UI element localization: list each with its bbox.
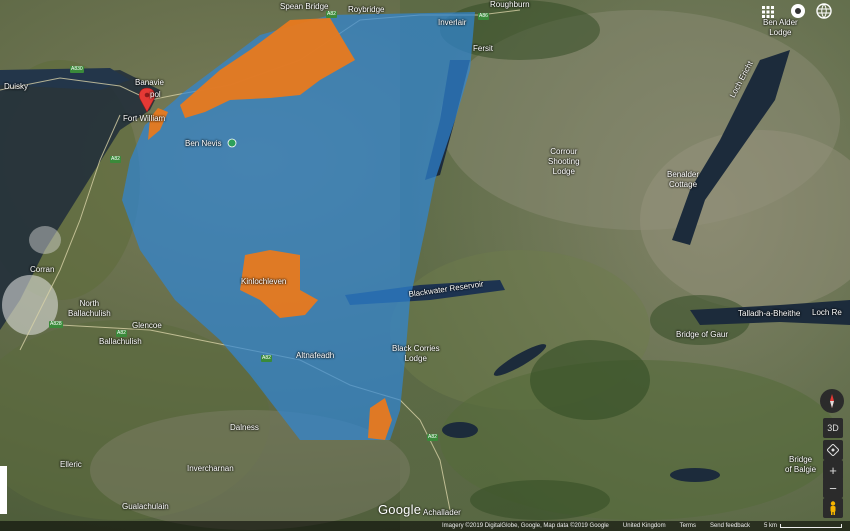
road-a82-glencoe: A82 [116, 330, 127, 337]
account-icon[interactable] [790, 3, 806, 19]
zoom-out-button[interactable]: − [823, 478, 843, 498]
road-a82-south: A82 [427, 434, 438, 441]
road-a830: A830 [70, 66, 84, 73]
label-corrour-shooting-lodge: Corrour Shooting Lodge [548, 147, 580, 176]
label-black-corries-lodge: Black Corries Lodge [392, 344, 440, 363]
label-glencoe: Glencoe [132, 321, 162, 330]
tilt-icon [827, 444, 839, 456]
imagery-attribution: Imagery ©2019 DigitalGlobe, Google, Map … [441, 523, 609, 529]
label-bridge-of-balgie: Bridge of Balgie [785, 455, 817, 474]
label-dalness: Dalness [230, 423, 259, 432]
label-ben-alder-lodge: Ben Alder Lodge [763, 18, 798, 37]
apps-grid-icon[interactable] [760, 4, 776, 20]
label-elleric: Elleric [60, 460, 82, 469]
peak-icon [227, 138, 237, 148]
pegman-icon [830, 501, 836, 515]
label-bridge-of-gaur: Bridge of Gaur [676, 330, 729, 339]
road-a86: A86 [478, 13, 489, 20]
label-roybridge: Roybridge [348, 5, 385, 14]
scale-bar[interactable]: 5 km [764, 523, 842, 529]
road-a828: A828 [49, 321, 63, 328]
label-corpach: pol [150, 90, 161, 99]
scale-line [780, 524, 842, 528]
3d-toggle-button[interactable]: 3D [823, 418, 843, 438]
label-loch-rannoch: Loch Re [812, 308, 842, 317]
label-spean-bridge: Spean Bridge [280, 2, 329, 11]
globe-icon[interactable] [816, 3, 832, 19]
road-a82-rannoch: A82 [261, 355, 272, 362]
terms-link[interactable]: Terms [680, 523, 696, 529]
scale-label: 5 km [763, 523, 777, 529]
road-a82-north: A82 [326, 11, 337, 18]
label-ballachulish: Ballachulish [99, 337, 142, 346]
street-view-pegman-button[interactable] [823, 498, 843, 518]
compass-button[interactable] [820, 389, 844, 413]
label-inverlair: Inverlair [438, 18, 467, 27]
google-logo: Google [378, 502, 422, 517]
label-north-ballachulish: North Ballachulish [68, 299, 111, 318]
left-panel-edge [0, 466, 7, 514]
label-ben-nevis: Ben Nevis [185, 139, 222, 148]
label-fersit: Fersit [473, 44, 493, 53]
label-fort-william: Fort William [123, 114, 166, 123]
label-talladh-a-bheithe: Talladh-a-Bheithe [738, 309, 801, 318]
satellite-map[interactable] [0, 0, 850, 531]
region-link[interactable]: United Kingdom [623, 523, 666, 529]
label-corran: Corran [30, 265, 55, 274]
compass-icon [830, 394, 834, 408]
label-banavie: Banavie [135, 78, 164, 87]
label-invercharnan: Invercharnan [187, 464, 234, 473]
attribution-bar: Imagery ©2019 DigitalGlobe, Google, Map … [0, 521, 850, 531]
label-roughburn: Roughburn [490, 0, 530, 9]
label-achallader: Achallader [423, 508, 461, 517]
label-benalder-cottage: Benalder Cottage [667, 170, 700, 189]
send-feedback-link[interactable]: Send feedback [710, 523, 750, 529]
label-kinlochleven: Kinlochleven [241, 277, 287, 286]
tilt-button[interactable] [823, 440, 843, 460]
zoom-in-button[interactable]: + [823, 460, 843, 480]
label-gualachulain: Gualachulain [122, 502, 169, 511]
label-altnafeadh: Altnafeadh [296, 351, 335, 360]
label-duisky: Duisky [4, 82, 29, 91]
road-a82-west: A82 [110, 156, 121, 163]
